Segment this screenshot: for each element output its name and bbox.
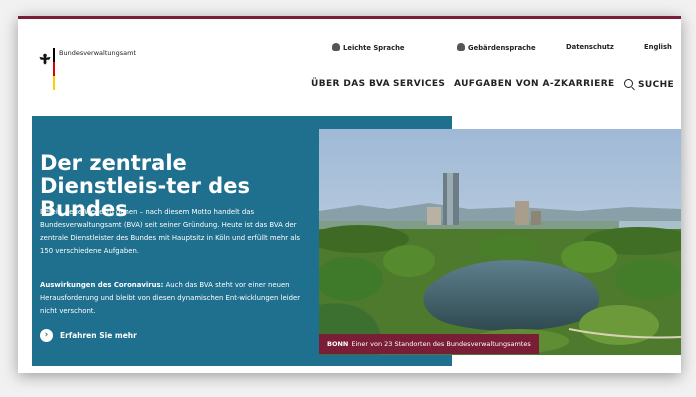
hero-photo — [319, 129, 681, 355]
nav-item-ueber-das-bva[interactable]: ÜBER DAS BVA — [311, 79, 390, 89]
utility-label: Datenschutz — [566, 43, 614, 51]
utility-label: Leichte Sprache — [343, 44, 405, 52]
corona-notice: Auswirkungen des Coronavirus: Auch das B… — [40, 279, 312, 318]
arrow-right-icon: › — [40, 329, 53, 342]
more-link[interactable]: › Erfahren Sie mehr — [40, 329, 137, 342]
caption-text: Einer von 23 Standorten des Bundesverwal… — [351, 340, 531, 348]
easy-language-icon — [332, 43, 340, 51]
corona-label: Auswirkungen des Coronavirus: — [40, 281, 164, 289]
logo[interactable]: Bundesverwaltungsamt — [30, 38, 154, 120]
utility-label: English — [644, 43, 672, 51]
nav-item-services[interactable]: SERVICES — [393, 79, 445, 89]
utility-label: Gebärdensprache — [468, 44, 536, 52]
sign-language-icon — [457, 43, 465, 51]
nav-item-suche[interactable]: SUCHE — [624, 79, 674, 90]
nav-item-karriere[interactable]: KARRIERE — [561, 79, 615, 89]
utility-link-english[interactable]: English — [644, 43, 672, 51]
german-flag-bar — [53, 48, 55, 90]
org-name: Bundesverwaltungsamt — [59, 49, 136, 57]
top-accent-line — [18, 16, 681, 19]
search-icon — [624, 79, 633, 88]
photo-caption: BONN Einer von 23 Standorten des Bundesve… — [319, 334, 539, 354]
nav-item-aufgaben[interactable]: AUFGABEN VON A-Z — [454, 79, 561, 89]
hero-intro: Bereit, neue Wege zu gehen – nach diesem… — [40, 208, 300, 255]
utility-link-gebaerdensprache[interactable]: Gebärdensprache — [457, 43, 536, 52]
utility-link-datenschutz[interactable]: Datenschutz — [566, 43, 614, 51]
browser-screenshot: Bundesverwaltungsamt Leichte Sprache Geb… — [18, 16, 681, 373]
federal-eagle-icon — [39, 53, 51, 65]
nav-label: SUCHE — [638, 80, 675, 90]
utility-link-leichte-sprache[interactable]: Leichte Sprache — [332, 43, 405, 52]
more-link-label: Erfahren Sie mehr — [60, 331, 137, 340]
caption-place: BONN — [327, 340, 349, 348]
